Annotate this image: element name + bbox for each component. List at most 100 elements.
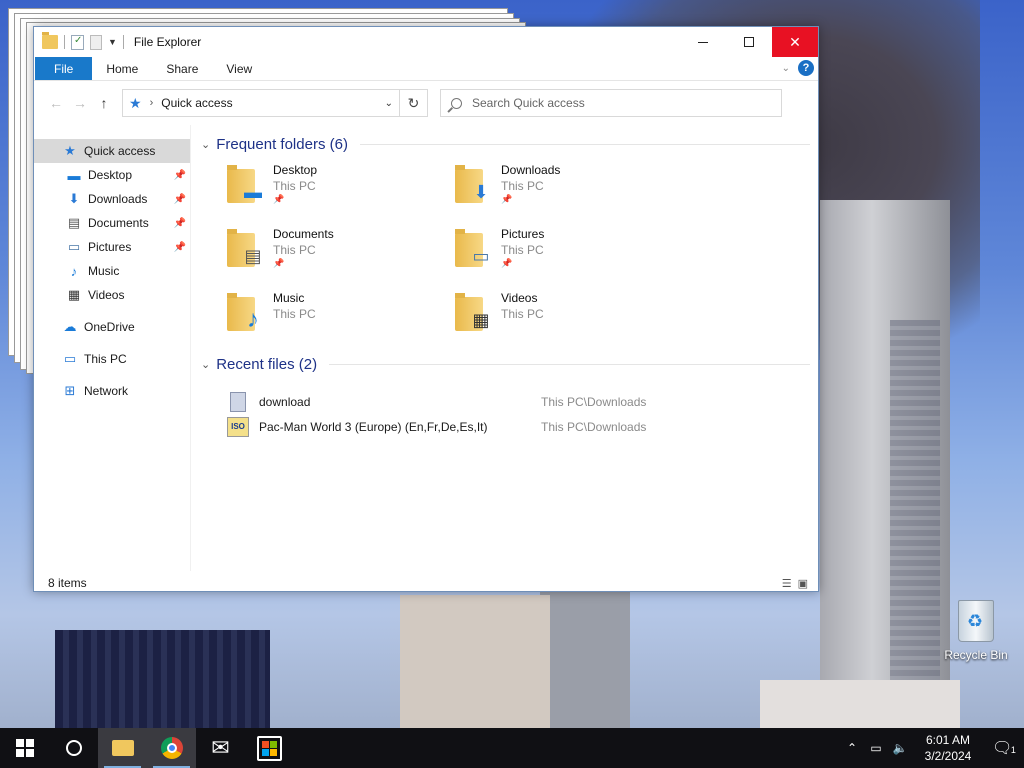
group-title: Frequent folders (6) bbox=[216, 135, 348, 153]
store-icon bbox=[257, 735, 282, 761]
network-status-icon[interactable]: ▭ bbox=[864, 741, 888, 755]
breadcrumb-chevron-icon[interactable]: › bbox=[150, 97, 154, 109]
taskbar: ✉ ⌃ ▭ 🔈 6:01 AM 3/2/2024 🗨 1 bbox=[0, 728, 1024, 768]
file-path: This PC\Downloads bbox=[541, 394, 647, 409]
refresh-button[interactable]: ↻ bbox=[400, 89, 428, 117]
recent-files-header[interactable]: ⌄ Recent files (2) bbox=[201, 353, 810, 375]
up-button[interactable]: ↑ bbox=[92, 91, 116, 115]
sidebar-item-label: OneDrive bbox=[84, 320, 135, 334]
taskbar-chrome[interactable] bbox=[147, 728, 196, 768]
picture-icon: ▭ bbox=[67, 239, 81, 254]
recent-file-row[interactable]: ISO Pac-Man World 3 (Europe) (En,Fr,De,E… bbox=[227, 414, 810, 439]
folder-tile-music[interactable]: ♪ Music This PC bbox=[225, 291, 453, 343]
large-icons-view-icon[interactable]: ▣ bbox=[798, 577, 808, 590]
taskbar-file-explorer[interactable] bbox=[98, 728, 147, 768]
sidebar-item-music[interactable]: ♪ Music bbox=[34, 259, 190, 283]
wallpaper-tower bbox=[820, 200, 950, 730]
sidebar-item-label: Pictures bbox=[88, 240, 132, 254]
minimize-button[interactable] bbox=[680, 27, 726, 57]
pin-icon: 📌 bbox=[173, 169, 186, 181]
details-view-icon[interactable]: ☰ bbox=[782, 577, 792, 590]
sidebar-item-desktop[interactable]: ▬ Desktop 📌 bbox=[34, 163, 190, 187]
tab-file[interactable]: File bbox=[35, 57, 93, 80]
folder-tile-pictures[interactable]: ▭ Pictures This PC 📌 bbox=[453, 227, 681, 279]
sidebar-item-downloads[interactable]: ⬇ Downloads 📌 bbox=[34, 187, 190, 211]
customize-toolbar-dropdown-icon[interactable]: ▼ bbox=[108, 37, 117, 47]
sidebar-item-label: Videos bbox=[88, 288, 125, 302]
sidebar-item-label: Downloads bbox=[88, 192, 148, 206]
clock[interactable]: 6:01 AM 3/2/2024 bbox=[912, 732, 984, 764]
sidebar-item-label: Quick access bbox=[84, 144, 156, 158]
taskbar-store[interactable] bbox=[245, 728, 294, 768]
address-bar[interactable]: ★ › Quick access ⌄ bbox=[122, 89, 400, 117]
folder-tile-documents[interactable]: ▤ Documents This PC 📌 bbox=[225, 227, 453, 279]
sidebar-item-documents[interactable]: ▤ Documents 📌 bbox=[34, 211, 190, 235]
folder-location: This PC bbox=[273, 179, 316, 193]
navigation-pane: ★ Quick access ▬ Desktop 📌 ⬇ Downloads 📌… bbox=[34, 125, 191, 571]
collapse-chevron-icon[interactable]: ⌄ bbox=[201, 138, 210, 151]
frequent-folders-header[interactable]: ⌄ Frequent folders (6) bbox=[201, 133, 810, 155]
pin-icon: 📌 bbox=[173, 217, 186, 229]
sidebar-item-onedrive[interactable]: ☁ OneDrive bbox=[34, 315, 190, 339]
breadcrumb-location[interactable]: Quick access bbox=[161, 96, 376, 110]
sidebar-item-label: Music bbox=[88, 264, 120, 278]
sidebar-item-this-pc[interactable]: ▭ This PC bbox=[34, 347, 190, 371]
sidebar-item-quick-access[interactable]: ★ Quick access bbox=[34, 139, 190, 163]
maximize-button[interactable] bbox=[726, 27, 772, 57]
folder-location: This PC bbox=[501, 243, 544, 257]
windows-logo-icon bbox=[15, 739, 34, 757]
music-icon: ♪ bbox=[247, 306, 259, 333]
tab-share[interactable]: Share bbox=[152, 57, 212, 80]
sidebar-item-label: This PC bbox=[84, 352, 127, 366]
sidebar-item-videos[interactable]: ▦ Videos bbox=[34, 283, 190, 307]
search-placeholder[interactable]: Search Quick access bbox=[472, 96, 585, 110]
sidebar-item-label: Desktop bbox=[88, 168, 133, 182]
help-icon[interactable]: ? bbox=[798, 60, 814, 76]
back-button[interactable]: ← bbox=[44, 91, 68, 115]
new-folder-icon[interactable] bbox=[90, 34, 102, 50]
action-center-button[interactable]: 🗨 1 bbox=[984, 738, 1024, 758]
folder-location: This PC bbox=[501, 179, 544, 193]
folder-location: This PC bbox=[501, 307, 544, 321]
address-dropdown-icon[interactable]: ⌄ bbox=[385, 98, 393, 109]
sidebar-item-network[interactable]: ⊞ Network bbox=[34, 379, 190, 403]
folder-tile-videos[interactable]: ▦ Videos This PC bbox=[453, 291, 681, 343]
minimize-icon bbox=[698, 41, 708, 43]
item-count: 8 items bbox=[48, 576, 87, 590]
chrome-icon bbox=[160, 737, 183, 759]
ribbon-tabs: File Home Share View ⌄ ? bbox=[34, 57, 818, 81]
folder-tile-downloads[interactable]: ⬇ Downloads This PC 📌 bbox=[453, 163, 681, 215]
folder-tile-desktop[interactable]: ▬ Desktop This PC 📌 bbox=[225, 163, 453, 215]
search-button[interactable] bbox=[49, 728, 98, 768]
recycle-bin-desktop-icon[interactable]: Recycle Bin bbox=[940, 600, 1012, 662]
video-icon: ▦ bbox=[472, 309, 490, 330]
volume-muted-icon[interactable]: 🔈 bbox=[888, 741, 912, 755]
start-button[interactable] bbox=[0, 728, 49, 768]
folder-name: Pictures bbox=[501, 227, 545, 241]
close-button[interactable]: ✕ bbox=[772, 27, 818, 57]
sidebar-item-label: Documents bbox=[88, 216, 149, 230]
image-file-icon bbox=[230, 391, 246, 412]
folder-name: Documents bbox=[273, 227, 334, 241]
document-icon: ▤ bbox=[244, 245, 262, 266]
video-icon: ▦ bbox=[67, 287, 81, 302]
iso-disc-image-icon: ISO bbox=[227, 416, 249, 437]
title-bar[interactable]: ▼ File Explorer ✕ bbox=[34, 27, 818, 57]
show-hidden-icons-chevron-icon[interactable]: ⌃ bbox=[840, 741, 864, 755]
forward-arrow-icon: → bbox=[73, 95, 87, 111]
properties-icon[interactable] bbox=[71, 34, 84, 50]
taskbar-mail[interactable]: ✉ bbox=[196, 728, 245, 768]
sidebar-item-pictures[interactable]: ▭ Pictures 📌 bbox=[34, 235, 190, 259]
download-icon: ⬇ bbox=[473, 181, 489, 202]
folder-name: Desktop bbox=[273, 163, 318, 177]
folder-app-icon bbox=[42, 32, 58, 49]
expand-ribbon-icon[interactable]: ⌄ bbox=[782, 63, 790, 74]
recent-file-row[interactable]: download This PC\Downloads bbox=[227, 389, 810, 414]
pin-icon: 📌 bbox=[501, 194, 513, 204]
collapse-chevron-icon[interactable]: ⌄ bbox=[201, 358, 210, 371]
tab-view[interactable]: View bbox=[212, 57, 266, 80]
forward-button[interactable]: → bbox=[68, 91, 92, 115]
download-icon: ⬇ bbox=[68, 191, 80, 206]
search-box[interactable]: Search Quick access bbox=[440, 89, 782, 117]
tab-home[interactable]: Home bbox=[92, 57, 152, 80]
